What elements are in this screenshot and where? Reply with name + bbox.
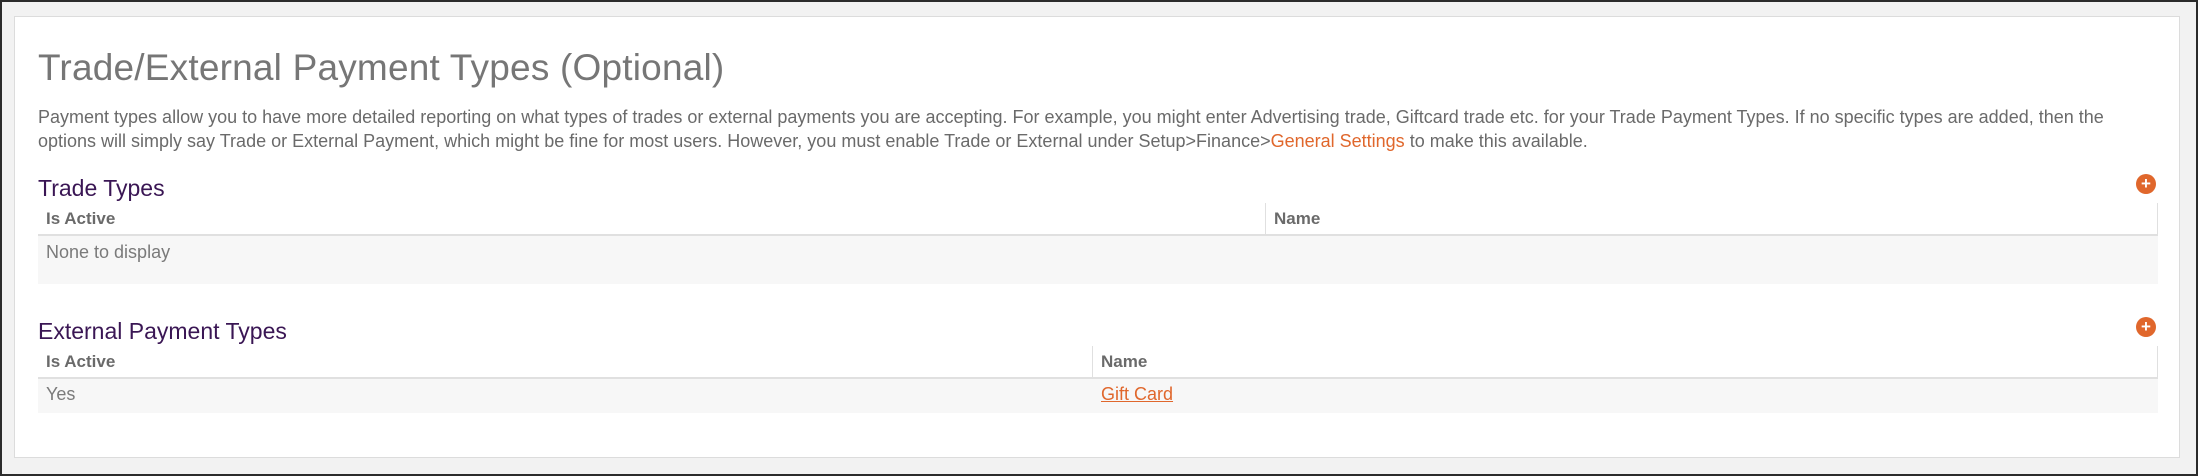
empty-message: None to display xyxy=(46,242,171,262)
external-types-header: Is Active Name xyxy=(38,346,2158,379)
content-card: Trade/External Payment Types (Optional) … xyxy=(14,16,2180,458)
external-types-title: External Payment Types xyxy=(38,318,287,344)
trade-types-title: Trade Types xyxy=(38,175,165,201)
page-title: Trade/External Payment Types (Optional) xyxy=(38,47,725,88)
column-header-is-active[interactable]: Is Active xyxy=(38,203,1266,234)
add-trade-type-button[interactable]: + xyxy=(2136,174,2156,194)
column-header-name[interactable]: Name xyxy=(1093,346,2158,377)
table-row: Yes Gift Card xyxy=(38,379,2158,413)
trade-types-table: Is Active Name None to display xyxy=(38,203,2158,284)
empty-row: None to display xyxy=(38,236,2158,284)
window-frame: Trade/External Payment Types (Optional) … xyxy=(0,0,2198,476)
plus-circle-icon: + xyxy=(2141,317,2151,336)
column-header-is-active[interactable]: Is Active xyxy=(38,346,1093,377)
is-active-cell: Yes xyxy=(46,384,76,404)
intro-suffix: to make this available. xyxy=(1404,131,1588,151)
trade-types-header: Is Active Name xyxy=(38,203,2158,236)
external-types-table: Is Active Name Yes Gift Card xyxy=(38,346,2158,413)
intro-paragraph: Payment types allow you to have more det… xyxy=(38,105,2158,153)
gift-card-link[interactable]: Gift Card xyxy=(1101,384,1173,404)
name-cell: Gift Card xyxy=(1093,384,1173,405)
general-settings-link[interactable]: General Settings xyxy=(1271,131,1405,151)
intro-text: Payment types allow you to have more det… xyxy=(38,107,2104,151)
column-header-name[interactable]: Name xyxy=(1266,203,2158,234)
add-external-type-button[interactable]: + xyxy=(2136,317,2156,337)
plus-circle-icon: + xyxy=(2141,174,2151,193)
